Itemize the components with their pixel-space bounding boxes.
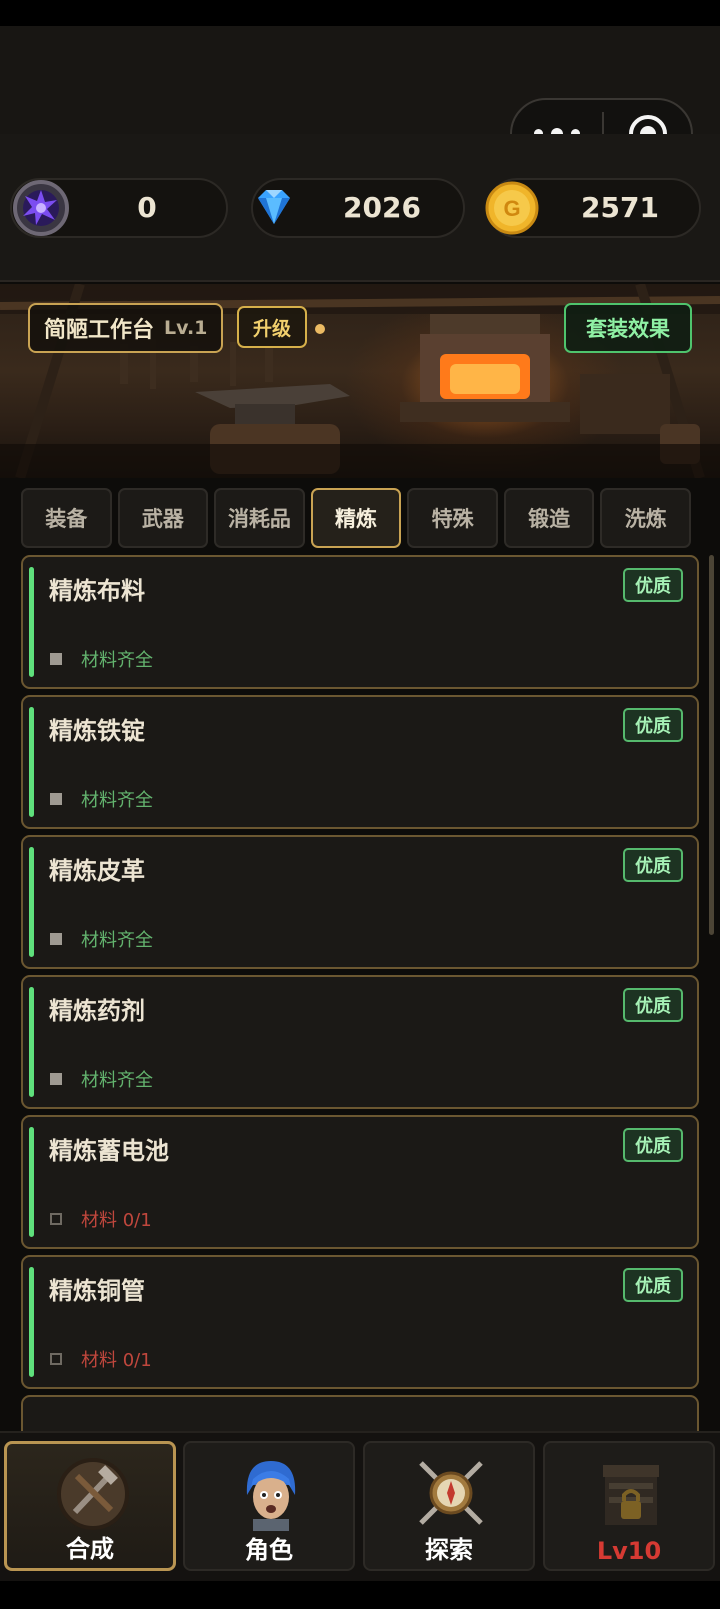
list-scrollbar[interactable] <box>709 555 714 935</box>
nav-explore-label: 探索 <box>425 1536 473 1564</box>
blue-diamond-icon <box>258 190 290 224</box>
materials-checkbox-icon <box>50 793 62 805</box>
nav-locked-level-label: Lv10 <box>596 1537 662 1565</box>
quality-bar <box>29 567 34 677</box>
currency-crystal[interactable]: 0 <box>10 178 228 238</box>
materials-checkbox-icon <box>50 653 62 665</box>
gold-value: 2571 <box>581 191 659 224</box>
recipe-name: 精炼布料 <box>49 577 145 605</box>
tab-refine[interactable]: 精炼 <box>310 488 402 548</box>
materials-checkbox-icon <box>50 1213 62 1225</box>
materials-status: 材料齐全 <box>81 1070 153 1091</box>
nav-explore[interactable]: 探索 <box>363 1441 535 1571</box>
nav-character-label: 角色 <box>245 1536 293 1564</box>
system-home-bar <box>0 1581 720 1609</box>
quality-badge: 优质 <box>623 848 683 882</box>
recipe-card[interactable] <box>21 1395 699 1435</box>
currency-row: 0 2026 G 2571 <box>0 134 720 282</box>
tab-equipment[interactable]: 装备 <box>21 488 112 548</box>
recipe-name: 精炼铁锭 <box>49 717 145 745</box>
crafting-tools-icon <box>57 1458 129 1530</box>
materials-status: 材料齐全 <box>81 930 153 951</box>
workbench-title: 简陋工作台 Lv.1 <box>28 303 224 353</box>
currency-diamond[interactable]: 2026 <box>251 178 465 238</box>
currency-gold[interactable]: G 2571 <box>485 178 701 238</box>
materials-checkbox-icon <box>50 1353 62 1365</box>
recipe-name: 精炼蓄电池 <box>49 1137 169 1165</box>
set-effect-button[interactable]: 套装效果 <box>564 303 692 353</box>
quality-bar <box>29 987 34 1097</box>
quality-bar <box>29 1267 34 1377</box>
workbench-banner: 简陋工作台 Lv.1 升级 套装效果 <box>0 284 720 478</box>
recipe-name: 精炼铜管 <box>49 1277 145 1305</box>
recipe-card[interactable]: 精炼布料 优质 材料齐全 <box>21 555 699 689</box>
gold-coin-icon: G <box>485 181 539 235</box>
materials-status: 材料 0/1 <box>81 1350 152 1371</box>
quality-badge: 优质 <box>623 1128 683 1162</box>
recipe-list[interactable]: 精炼布料 优质 材料齐全 精炼铁锭 优质 材料齐全 精炼皮革 优质 材料齐全 精… <box>21 555 699 1435</box>
materials-status: 材料齐全 <box>81 650 153 671</box>
tab-weapons[interactable]: 武器 <box>117 488 209 548</box>
recipe-card[interactable]: 精炼皮革 优质 材料齐全 <box>21 835 699 969</box>
recipe-card[interactable]: 精炼铁锭 优质 材料齐全 <box>21 695 699 829</box>
materials-checkbox-icon <box>50 1073 62 1085</box>
nav-character[interactable]: 角色 <box>183 1441 355 1571</box>
quality-badge: 优质 <box>623 568 683 602</box>
materials-status: 材料 0/1 <box>81 1210 152 1231</box>
nav-craft-label: 合成 <box>66 1535 114 1563</box>
status-bar <box>0 0 720 26</box>
recipe-card[interactable]: 精炼蓄电池 优质 材料 0/1 <box>21 1115 699 1249</box>
recipe-card[interactable]: 精炼药剂 优质 材料齐全 <box>21 975 699 1109</box>
locked-shop-icon <box>603 1465 659 1525</box>
diamond-value: 2026 <box>343 191 421 224</box>
quality-bar <box>29 1127 34 1237</box>
upgrade-button[interactable]: 升级 <box>237 306 307 348</box>
nav-craft[interactable]: 合成 <box>4 1441 176 1571</box>
recipe-card[interactable]: 精炼铜管 优质 材料 0/1 <box>21 1255 699 1389</box>
nav-locked-shop[interactable]: Lv10 <box>543 1441 715 1571</box>
recipe-name: 精炼药剂 <box>49 997 145 1025</box>
category-tabs: 装备 武器 消耗品 精炼 特殊 锻造 洗炼 <box>21 488 692 550</box>
tab-consumables[interactable]: 消耗品 <box>214 488 305 548</box>
tab-special[interactable]: 特殊 <box>407 488 498 548</box>
tab-forging[interactable]: 锻造 <box>503 488 595 548</box>
materials-checkbox-icon <box>50 933 62 945</box>
svg-text:G: G <box>503 196 520 221</box>
crystal-value: 0 <box>137 191 157 224</box>
workbench-name: 简陋工作台 <box>44 318 155 343</box>
recipe-name: 精炼皮革 <box>49 857 145 885</box>
quality-badge: 优质 <box>623 988 683 1022</box>
tab-reroll[interactable]: 洗炼 <box>600 488 692 548</box>
bottom-nav: 合成 角色 探索 Lv10 <box>0 1431 720 1581</box>
materials-status: 材料齐全 <box>81 790 153 811</box>
quality-bar <box>29 707 34 817</box>
workbench-level: Lv.1 <box>164 317 208 339</box>
character-portrait-icon <box>246 1461 296 1531</box>
quality-bar <box>29 847 34 957</box>
quality-badge: 优质 <box>623 1268 683 1302</box>
compass-swords-icon <box>419 1461 483 1525</box>
quality-badge: 优质 <box>623 708 683 742</box>
purple-crystal-orb-icon <box>13 180 69 236</box>
